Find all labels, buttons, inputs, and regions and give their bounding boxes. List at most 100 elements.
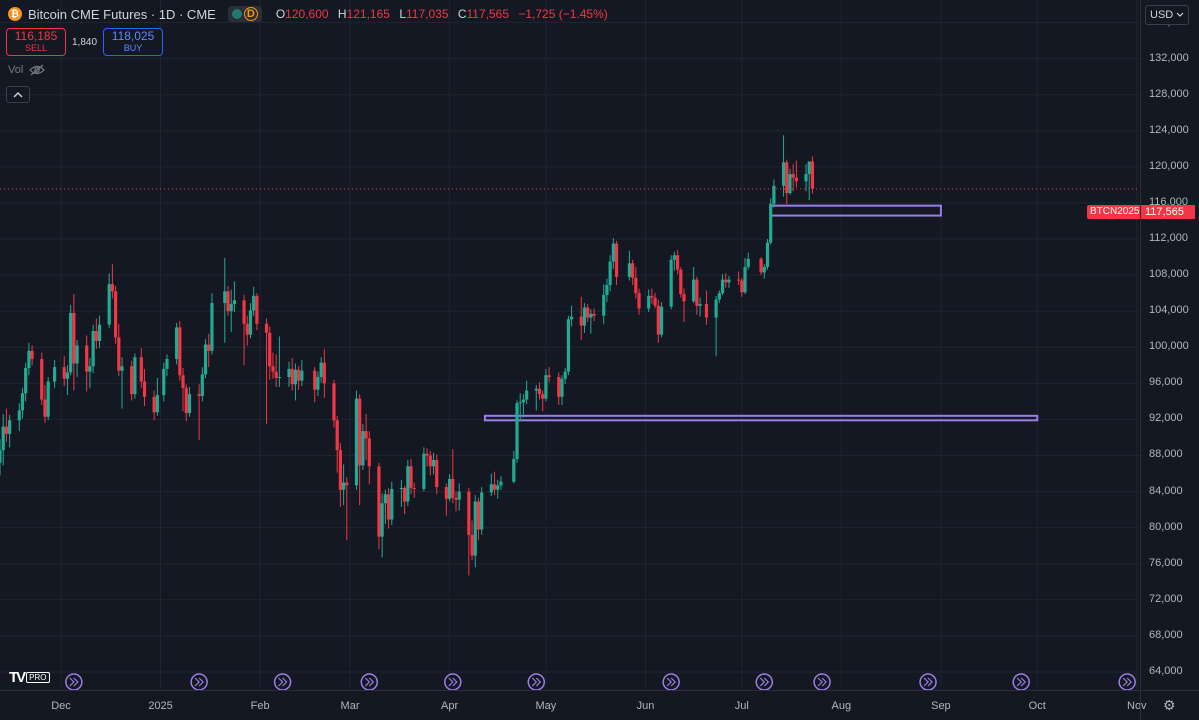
- sell-price: 116,185: [14, 29, 58, 43]
- candle-body: [364, 431, 368, 439]
- candle-body: [114, 291, 118, 338]
- ohlc-open: 120,600: [285, 7, 329, 21]
- price-axis[interactable]: 64,000 68,000 72,000 76,000 80,000 84,000 88,0…: [1140, 0, 1199, 690]
- event-marker-icon[interactable]: [273, 673, 292, 690]
- event-marker-icon[interactable]: [360, 673, 379, 690]
- price-tick-label: 132,000: [1149, 51, 1189, 64]
- time-tick-label: Sep: [931, 700, 951, 712]
- sell-button[interactable]: 116,185 SELL: [6, 28, 66, 56]
- candle-body: [88, 366, 92, 372]
- candle-body: [781, 162, 786, 186]
- event-marker-icon[interactable]: [1012, 673, 1030, 690]
- chart-title[interactable]: Bitcoin CME Futures · 1D · CME: [28, 7, 216, 22]
- candle-body: [110, 284, 114, 292]
- candle-body: [537, 388, 542, 395]
- market-status[interactable]: D: [227, 6, 262, 22]
- event-marker-icon[interactable]: [65, 673, 83, 690]
- price-tick-label: 72,000: [1149, 592, 1183, 605]
- candle-body: [512, 459, 516, 482]
- candle-body: [759, 258, 763, 273]
- time-tick-label: 2025: [148, 700, 173, 712]
- event-marker-icon[interactable]: [813, 673, 831, 690]
- candle-body: [175, 327, 179, 359]
- candle-body: [682, 294, 686, 302]
- candle-body: [579, 316, 583, 326]
- candle-body: [810, 161, 815, 189]
- candle-body: [473, 501, 477, 556]
- candle-body: [791, 174, 795, 178]
- candle-body: [0, 450, 2, 463]
- candle-body: [403, 487, 407, 502]
- candle-body: [614, 243, 619, 277]
- time-tick-label: Aug: [831, 700, 852, 712]
- event-marker-icon[interactable]: [527, 673, 546, 690]
- candle-body: [788, 174, 792, 194]
- candle-body: [499, 481, 503, 486]
- symbol-legend[interactable]: ₿ Bitcoin CME Futures · 1D · CME D O120,…: [8, 6, 614, 22]
- candle-body: [637, 293, 641, 309]
- candle-body: [746, 258, 750, 267]
- candle-body: [608, 261, 612, 286]
- price-tick-label: 80,000: [1149, 520, 1183, 533]
- time-tick-label: May: [535, 700, 557, 712]
- candle-body: [187, 394, 192, 414]
- candle-body: [740, 280, 744, 293]
- candle-body: [589, 313, 593, 318]
- candle-body: [181, 375, 185, 388]
- event-marker-icon[interactable]: [662, 673, 680, 690]
- candle-body: [679, 269, 683, 295]
- volume-legend[interactable]: Vol: [8, 64, 46, 76]
- candle-body: [765, 242, 770, 267]
- candle-body: [515, 403, 519, 460]
- candle-body: [40, 358, 44, 400]
- collapse-legend-button[interactable]: [6, 86, 30, 103]
- price-tick-label: 108,000: [1149, 268, 1189, 281]
- candle-body: [97, 324, 102, 341]
- candle-body: [383, 494, 387, 504]
- candlestick-chart[interactable]: [0, 0, 1140, 690]
- gear-icon[interactable]: ⚙: [1163, 697, 1176, 714]
- time-tick-label: Jul: [734, 700, 749, 712]
- candle-body: [4, 426, 9, 434]
- price-tick-label: 128,000: [1149, 87, 1189, 100]
- candle-body: [720, 279, 725, 294]
- candle-body: [672, 255, 676, 260]
- candle-body: [386, 494, 391, 520]
- candle-body: [91, 331, 95, 367]
- time-axis[interactable]: Dec 2025 Feb Mar Apr May Jun Jul Aug Sep Oct Nov: [0, 690, 1147, 720]
- event-marker-icon[interactable]: [1118, 673, 1136, 690]
- candle-body: [75, 345, 79, 364]
- event-marker-icon[interactable]: [190, 673, 208, 690]
- time-tick-label: Feb: [250, 700, 270, 712]
- candle-body: [544, 375, 548, 399]
- candle-body: [165, 358, 169, 369]
- candle-body: [743, 266, 747, 293]
- chart-plot-area[interactable]: ₿ Bitcoin CME Futures · 1D · CME D O120,…: [0, 0, 1143, 690]
- data-delay-badge: D: [243, 7, 258, 21]
- candle-body: [698, 303, 702, 306]
- buy-button[interactable]: 118,025 BUY: [103, 28, 164, 56]
- candle-body: [634, 277, 638, 294]
- event-marker-icon[interactable]: [444, 673, 462, 690]
- candle-body: [245, 323, 249, 335]
- currency-selector[interactable]: USD: [1145, 5, 1189, 25]
- candle-body: [704, 303, 709, 318]
- tradingview-logo[interactable]: TV PRO: [9, 669, 50, 686]
- candle-body: [1, 426, 5, 451]
- candle-body: [489, 484, 493, 493]
- candle-body: [570, 316, 574, 320]
- candle-body: [264, 323, 269, 333]
- event-marker-icon[interactable]: [755, 673, 774, 690]
- eye-hidden-icon[interactable]: [29, 64, 46, 76]
- candle-body: [406, 466, 410, 502]
- volume-label: Vol: [8, 64, 24, 76]
- candle-body: [354, 398, 359, 486]
- candle-body: [255, 295, 259, 324]
- candle-body: [714, 299, 718, 318]
- event-marker-icon[interactable]: [919, 673, 937, 690]
- support-zone-rectangle: [769, 204, 942, 217]
- candle-body: [582, 307, 587, 326]
- candle-body: [290, 368, 294, 385]
- candle-body: [69, 312, 73, 373]
- price-tick-label: 120,000: [1149, 159, 1189, 172]
